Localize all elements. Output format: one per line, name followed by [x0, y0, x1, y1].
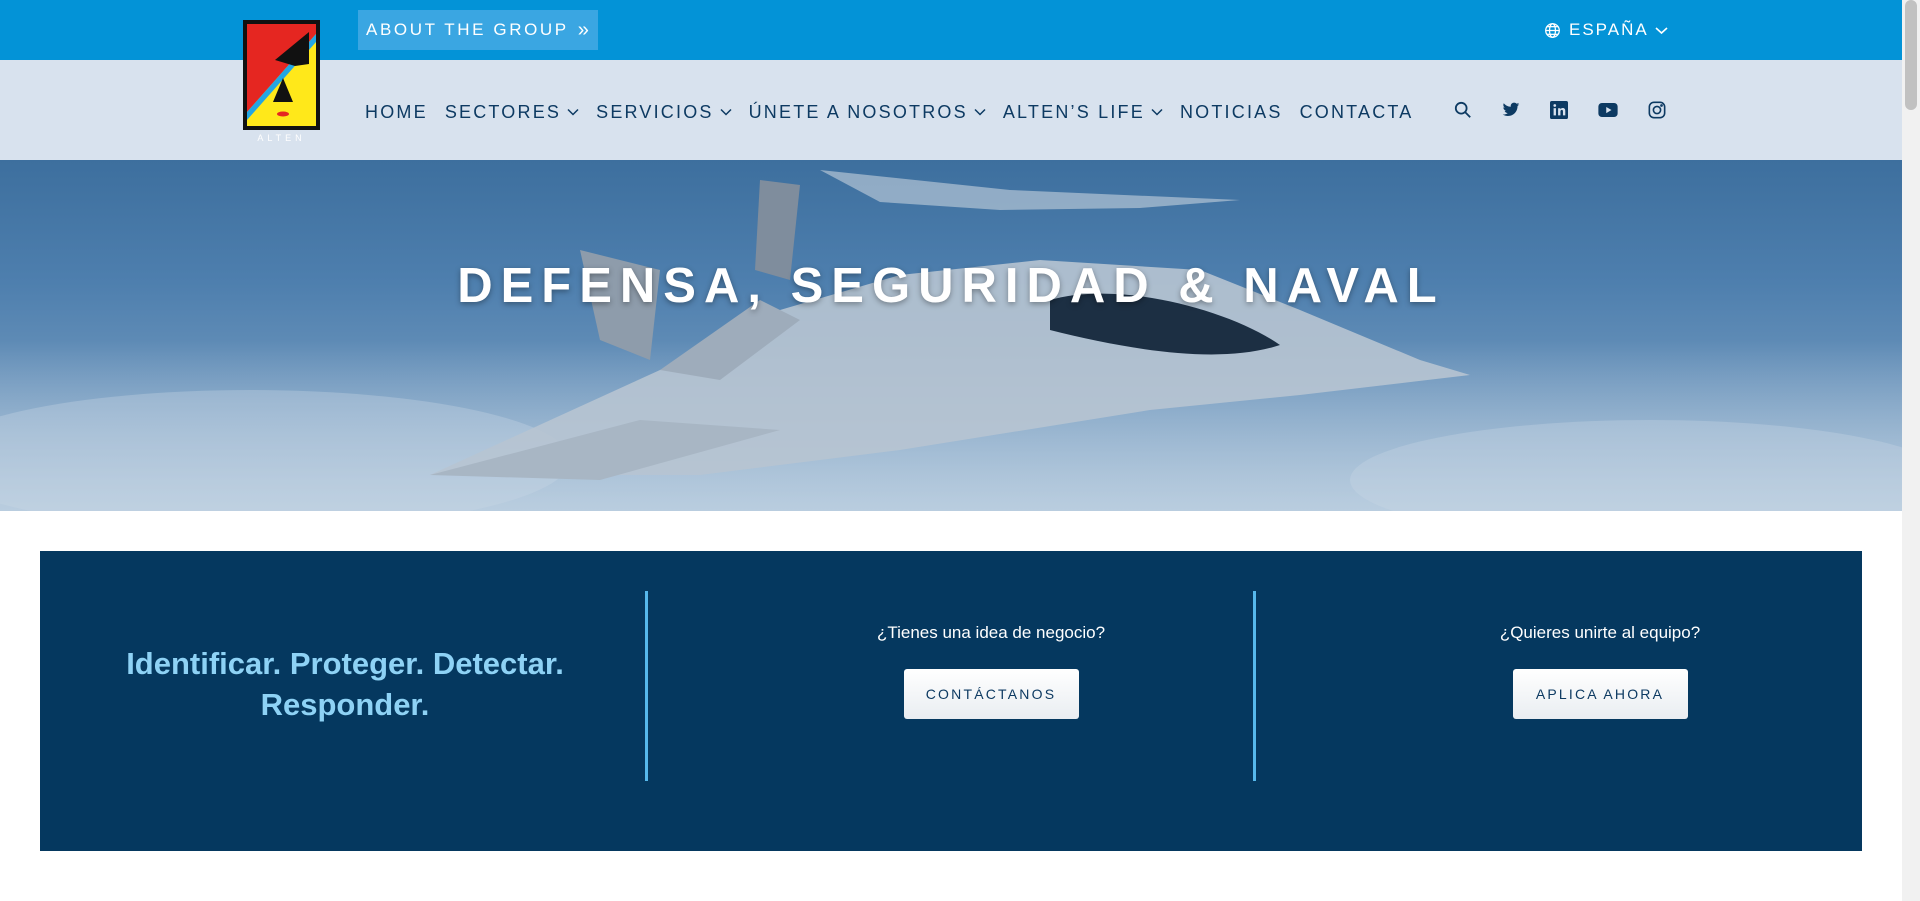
language-label: ESPAÑA: [1569, 20, 1649, 39]
double-chevron-right-icon: »: [577, 18, 589, 41]
nav-item-label: HOME: [365, 101, 428, 122]
divider: [1253, 591, 1256, 781]
globe-icon: [1545, 22, 1560, 38]
nav-item-home[interactable]: HOME: [365, 94, 428, 130]
chevron-down-icon: [720, 108, 732, 116]
apply-now-button[interactable]: APLICA AHORA: [1512, 669, 1688, 719]
hero-banner: DEFENSA, SEGURIDAD & NAVAL: [0, 160, 1902, 511]
alten-logo-text: ALTEN: [257, 133, 305, 143]
nav-item-label: SECTORES: [444, 101, 562, 122]
nav-item-servicios[interactable]: SERVICIOS: [596, 94, 732, 130]
about-the-group-label: ABOUT THE GROUP: [366, 20, 569, 39]
language-selector[interactable]: ESPAÑA: [1544, 17, 1676, 43]
nav-item-altens-life[interactable]: ALTEN’S LIFE: [1003, 94, 1163, 130]
nav-item-contacta[interactable]: CONTACTA: [1300, 94, 1414, 130]
twitter-icon[interactable]: [1498, 97, 1524, 123]
linkedin-icon[interactable]: [1546, 97, 1572, 123]
fighter-jet-image: [0, 170, 1902, 511]
nav-item-label: NOTICIAS: [1179, 101, 1283, 122]
join-team-column: ¿Quieres unirte al equipo? APLICA AHORA: [1390, 623, 1810, 719]
chevron-down-icon: [567, 108, 579, 116]
about-the-group-button[interactable]: ABOUT THE GROUP »: [358, 10, 598, 50]
hero-title: DEFENSA, SEGURIDAD & NAVAL: [457, 259, 1445, 313]
chevron-down-icon: [974, 108, 986, 116]
nav-item-label: SERVICIOS: [596, 101, 714, 122]
join-team-question: ¿Quieres unirte al equipo?: [1499, 623, 1701, 642]
nav-item-label: ÚNETE A NOSOTROS: [748, 101, 968, 122]
youtube-icon[interactable]: [1595, 97, 1621, 123]
nav-item-sectores[interactable]: SECTORES: [445, 94, 579, 130]
chevron-down-icon: [1655, 26, 1668, 34]
chevron-down-icon: [1151, 108, 1163, 116]
page-scrollbar[interactable]: [1902, 0, 1920, 901]
business-idea-question: ¿Tienes una idea de negocio?: [876, 623, 1106, 642]
nav-item-label: CONTACTA: [1299, 101, 1414, 122]
contact-button[interactable]: CONTÁCTANOS: [903, 669, 1079, 719]
instagram-icon[interactable]: [1644, 97, 1670, 123]
nav-item-unete[interactable]: ÚNETE A NOSOTROS: [749, 94, 986, 130]
nav-item-label: ALTEN’S LIFE: [1002, 101, 1145, 122]
tagline: Identificar. Proteger. Detectar. Respond…: [126, 646, 564, 722]
main-nav: HOME SECTORES SERVICIOS ÚNETE A NOSOTROS…: [365, 94, 1431, 130]
cta-band: Identificar. Proteger. Detectar. Respond…: [40, 551, 1862, 851]
business-idea-column: ¿Tienes una idea de negocio? CONTÁCTANOS: [781, 623, 1201, 719]
scrollbar-thumb[interactable]: [1905, 0, 1917, 110]
nav-item-noticias[interactable]: NOTICIAS: [1180, 94, 1283, 130]
search-icon[interactable]: [1450, 97, 1476, 123]
divider: [645, 591, 648, 781]
alten-logo[interactable]: ALTEN: [243, 20, 320, 144]
alten-logo-mark: ALTEN: [243, 20, 320, 143]
